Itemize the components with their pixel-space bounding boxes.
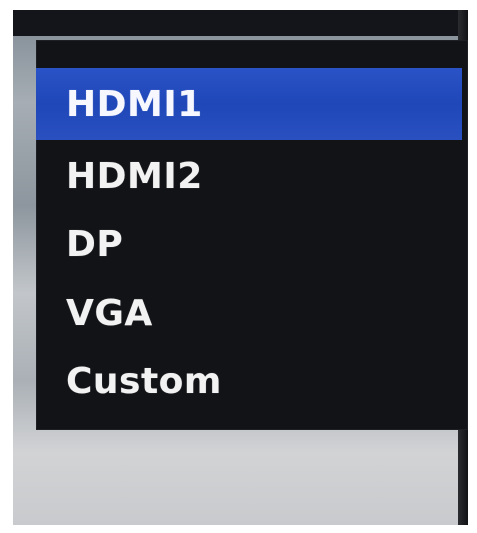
monitor-bezel-top — [13, 10, 468, 36]
menu-item-hdmi1[interactable]: HDMI1 — [36, 68, 462, 140]
menu-item-label: HDMI1 — [66, 83, 203, 125]
menu-item-vga[interactable]: VGA — [36, 277, 462, 349]
menu-item-label: HDMI2 — [66, 155, 203, 197]
menu-item-custom[interactable]: Custom — [36, 345, 462, 417]
menu-item-label: Custom — [66, 360, 222, 402]
menu-item-label: VGA — [66, 292, 153, 334]
menu-item-hdmi2[interactable]: HDMI2 — [36, 140, 462, 212]
input-source-menu: HDMI1 HDMI2 DP VGA Custom — [36, 40, 468, 430]
menu-item-label: DP — [66, 223, 124, 265]
menu-item-dp[interactable]: DP — [36, 208, 462, 280]
